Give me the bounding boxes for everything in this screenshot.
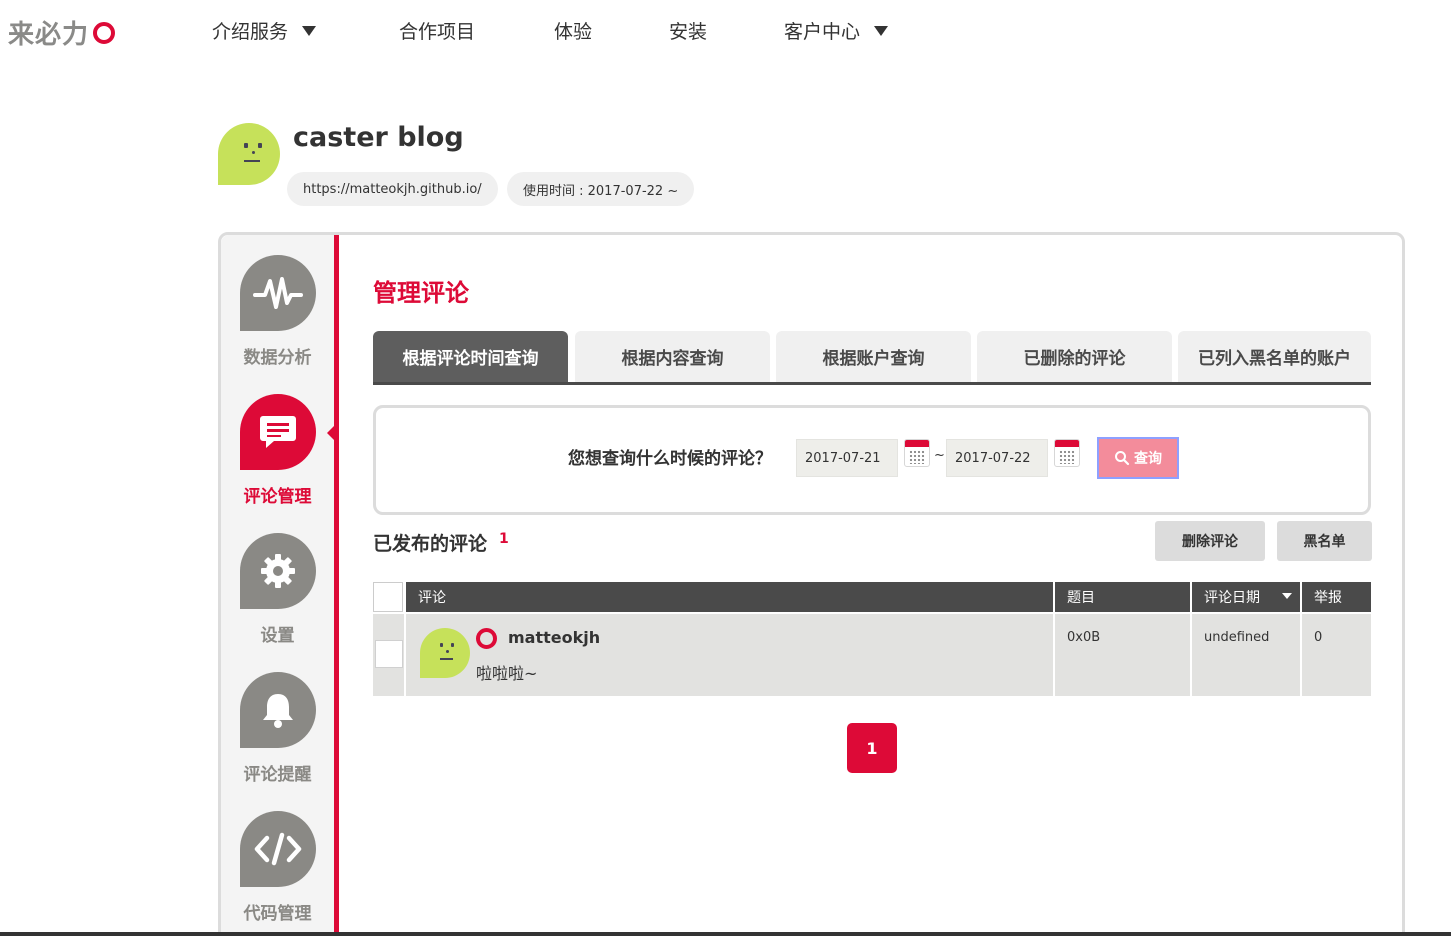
blacklist-button[interactable]: 黑名单 <box>1277 521 1372 561</box>
query-button-label: 查询 <box>1134 451 1162 467</box>
column-header-subject: 题目 <box>1055 582 1190 612</box>
top-navigation: 来必力 介绍服务 合作项目 体验 安装 客户中心 <box>0 0 1451 62</box>
avatar-nose-icon <box>446 650 449 653</box>
blog-title: caster blog <box>293 122 464 153</box>
sort-down-icon <box>1282 593 1292 599</box>
tab-by-account[interactable]: 根据账户查询 <box>776 331 971 382</box>
nav-item-partners[interactable]: 合作项目 <box>399 17 475 44</box>
logo[interactable]: 来必力 <box>8 14 116 51</box>
column-header-report: 举报 <box>1302 582 1371 612</box>
avatar-eye-icon <box>258 143 262 148</box>
nav-item-label: 安装 <box>669 21 708 43</box>
sidebar-item-settings[interactable]: 设置 <box>221 533 334 646</box>
tab-blacklisted[interactable]: 已列入黑名单的账户 <box>1178 331 1371 382</box>
nav-item-label: 介绍服务 <box>212 21 289 43</box>
column-header-date-label: 评论日期 <box>1204 590 1260 606</box>
table-header: 评论 题目 评论日期 举报 <box>373 582 1371 612</box>
date-cell: undefined <box>1192 614 1300 696</box>
blog-url[interactable]: https://matteokjh.github.io/ <box>287 172 498 206</box>
column-header-comment: 评论 <box>406 582 1053 612</box>
comment-icon <box>239 394 316 470</box>
page-title: 管理评论 <box>373 279 469 307</box>
sidebar-item-label: 设置 <box>260 626 295 646</box>
subject-cell: 0x0B <box>1055 614 1190 696</box>
chevron-down-icon <box>302 25 317 36</box>
pagination-page-button[interactable]: 1 <box>847 723 897 773</box>
calendar-icon[interactable] <box>1054 439 1080 467</box>
nav-item-install[interactable]: 安装 <box>669 17 707 44</box>
avatar-eye-icon <box>244 143 248 148</box>
calendar-icon[interactable] <box>904 439 930 467</box>
row-checkbox[interactable] <box>375 640 403 668</box>
avatar-nose-icon <box>252 151 255 154</box>
active-pointer-icon <box>327 425 335 441</box>
query-label: 您想查询什么时候的评论？ <box>568 449 772 469</box>
nav-item-customer-center[interactable]: 客户中心 <box>784 17 889 44</box>
nav-item-label: 体验 <box>554 21 593 43</box>
sidebar-item-label: 评论提醒 <box>243 765 312 785</box>
query-tabs: 根据评论时间查询 根据内容查询 根据账户查询 已删除的评论 已列入黑名单的账户 <box>373 331 1371 385</box>
management-panel: 数据分析 评论管理 设置 评论提醒 代码管理 管理评论 根据评论时间查询 根据内… <box>218 232 1405 936</box>
avatar-eye-icon <box>440 643 443 647</box>
end-date-input[interactable] <box>946 439 1048 477</box>
query-box: 您想查询什么时候的评论？ ~ 查询 <box>373 405 1371 515</box>
comment-cell: matteokjh 啦啦啦~ <box>406 614 1053 696</box>
query-button[interactable]: 查询 <box>1097 437 1179 479</box>
chevron-down-icon <box>874 25 889 36</box>
sidebar-item-comments[interactable]: 评论管理 <box>221 394 334 507</box>
tab-by-content[interactable]: 根据内容查询 <box>575 331 770 382</box>
column-header-date[interactable]: 评论日期 <box>1192 582 1300 612</box>
logo-text: 来必力 <box>8 20 90 50</box>
blog-avatar <box>218 123 280 185</box>
sidebar-item-label: 数据分析 <box>243 348 312 368</box>
sidebar: 数据分析 评论管理 设置 评论提醒 代码管理 <box>221 235 339 936</box>
search-icon <box>1115 451 1130 466</box>
code-icon <box>239 811 316 887</box>
date-separator: ~ <box>934 448 945 463</box>
avatar-mouth-icon <box>244 160 260 162</box>
platform-ring-icon <box>476 628 497 649</box>
sidebar-item-label: 评论管理 <box>243 487 312 507</box>
select-all-checkbox[interactable] <box>373 582 403 612</box>
nav-item-trial[interactable]: 体验 <box>554 17 592 44</box>
nav-item-services[interactable]: 介绍服务 <box>212 17 317 44</box>
activity-icon <box>239 255 316 331</box>
gear-icon <box>239 533 316 609</box>
sidebar-item-notifications[interactable]: 评论提醒 <box>221 672 334 785</box>
sidebar-item-analytics[interactable]: 数据分析 <box>221 255 334 368</box>
usage-period: 使用时间 : 2017-07-22 ~ <box>507 172 695 206</box>
row-select-cell <box>373 614 404 696</box>
avatar-mouth-icon <box>440 658 453 660</box>
published-comments-count: 1 <box>499 531 509 547</box>
avatar-eye-icon <box>451 643 454 647</box>
sidebar-item-code[interactable]: 代码管理 <box>221 811 334 924</box>
nav-item-label: 客户中心 <box>784 21 861 43</box>
comment-text: 啦啦啦~ <box>476 664 538 683</box>
published-comments-label: 已发布的评论 <box>373 533 488 555</box>
tab-deleted[interactable]: 已删除的评论 <box>977 331 1172 382</box>
start-date-input[interactable] <box>796 439 898 477</box>
tab-by-time[interactable]: 根据评论时间查询 <box>373 331 568 382</box>
user-avatar <box>420 628 470 678</box>
sidebar-item-label: 代码管理 <box>243 904 312 924</box>
window-bottom-edge <box>0 932 1451 936</box>
delete-comment-button[interactable]: 删除评论 <box>1155 521 1265 561</box>
logo-ring-icon <box>93 21 116 44</box>
comment-author[interactable]: matteokjh <box>508 628 600 647</box>
bell-icon <box>239 672 316 748</box>
report-cell: 0 <box>1302 614 1371 696</box>
comments-table: 评论 题目 评论日期 举报 matteokjh 啦啦啦~ 0x0B undefi… <box>373 582 1371 696</box>
nav-item-label: 合作项目 <box>399 21 476 43</box>
table-row: matteokjh 啦啦啦~ 0x0B undefined 0 <box>373 614 1371 696</box>
